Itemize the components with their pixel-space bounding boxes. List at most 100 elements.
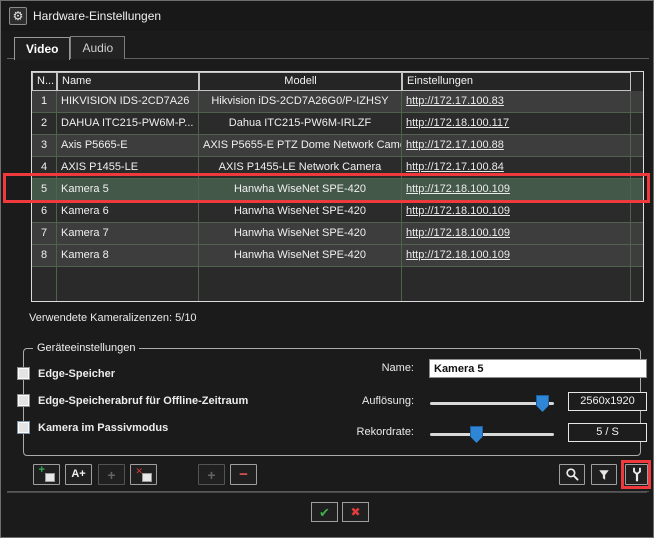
checkbox-label: Edge-Speicher xyxy=(38,368,115,380)
group-title: Geräteeinstellungen xyxy=(33,342,139,354)
row-settings-cell: http://172.18.100.109 xyxy=(402,179,631,200)
name-input[interactable] xyxy=(429,359,647,378)
minus-icon: − xyxy=(239,467,248,482)
table-row-2[interactable]: 2 DAHUA ITC215-PW6M-P... Dahua ITC215-PW… xyxy=(32,113,643,135)
checkbox-edge-speicherabruf[interactable]: Edge-Speicherabruf für Offline-Zeitraum xyxy=(17,394,248,407)
row-extra-cell xyxy=(631,245,643,266)
row-name-cell: Kamera 8 xyxy=(57,245,199,266)
settings-link[interactable]: http://172.17.100.83 xyxy=(406,95,504,107)
settings-link[interactable]: http://172.18.100.117 xyxy=(406,117,509,129)
header-cell-model: Modell xyxy=(199,72,402,91)
footer-separator xyxy=(7,492,647,493)
row-number-cell: 6 xyxy=(32,201,57,222)
check-icon: ✔ xyxy=(319,506,330,519)
checkbox-box[interactable] xyxy=(17,367,30,380)
add-camera-button[interactable]: + xyxy=(33,464,60,485)
hardware-settings-dialog: ⚙ Hardware-Einstellungen Video Audio N..… xyxy=(0,0,654,538)
table-row-5-selected[interactable]: 5 Kamera 5 Hanwha WiseNet SPE-420 http:/… xyxy=(32,179,643,201)
row-extra-cell xyxy=(631,179,643,200)
row-settings-cell: http://172.18.100.117 xyxy=(402,113,631,134)
row-number-cell: 8 xyxy=(32,245,57,266)
cross-icon: ✖ xyxy=(350,506,360,518)
row-number-cell: 2 xyxy=(32,113,57,134)
plus-icon: + xyxy=(107,468,115,482)
checkbox-box[interactable] xyxy=(17,421,30,434)
tab-audio[interactable]: Audio xyxy=(70,36,125,59)
row-extra-cell xyxy=(631,135,643,156)
titlebar: ⚙ Hardware-Einstellungen xyxy=(1,1,653,31)
checkbox-passivmodus[interactable]: Kamera im Passivmodus xyxy=(17,421,168,434)
camera-table: N... Name Modell Einstellungen 1 HIKVISI… xyxy=(31,71,644,302)
row-name-cell: Axis P5665-E xyxy=(57,135,199,156)
resolution-slider[interactable] xyxy=(430,402,554,405)
settings-link[interactable]: http://172.17.100.88 xyxy=(406,139,504,151)
filter-button[interactable] xyxy=(591,464,617,485)
settings-link[interactable]: http://172.18.100.109 xyxy=(406,249,510,261)
row-number-cell: 4 xyxy=(32,157,57,178)
row-name-cell: DAHUA ITC215-PW6M-P... xyxy=(57,113,199,134)
recordrate-slider[interactable] xyxy=(430,433,554,436)
settings-link[interactable]: http://172.18.100.109 xyxy=(406,227,510,239)
settings-link[interactable]: http://172.18.100.109 xyxy=(406,205,510,217)
checkbox-box[interactable] xyxy=(17,394,30,407)
header-cell-name: Name xyxy=(57,72,199,91)
tab-video[interactable]: Video xyxy=(14,37,70,60)
row-extra-cell xyxy=(631,157,643,178)
row-name-cell: AXIS P1455-LE xyxy=(57,157,199,178)
row-number-cell: 1 xyxy=(32,91,57,112)
remove-channel-button[interactable]: − xyxy=(230,464,257,485)
row-settings-cell: http://172.18.100.109 xyxy=(402,223,631,244)
row-number-cell: 7 xyxy=(32,223,57,244)
add-camera-icon: + xyxy=(39,468,55,482)
row-settings-cell: http://172.18.100.109 xyxy=(402,201,631,222)
plus-icon: + xyxy=(207,468,215,482)
row-model-cell: Hanwha WiseNet SPE-420 xyxy=(199,245,402,266)
table-row-6[interactable]: 6 Kamera 6 Hanwha WiseNet SPE-420 http:/… xyxy=(32,201,643,223)
add-button-disabled: + xyxy=(98,464,125,485)
resolution-label: Auflösung: xyxy=(329,395,414,407)
settings-link[interactable]: http://172.17.100.84 xyxy=(406,161,504,173)
add-channel-button-disabled: + xyxy=(198,464,225,485)
auto-add-button[interactable]: A+ xyxy=(65,464,92,485)
table-row-7[interactable]: 7 Kamera 7 Hanwha WiseNet SPE-420 http:/… xyxy=(32,223,643,245)
table-row-8[interactable]: 8 Kamera 8 Hanwha WiseNet SPE-420 http:/… xyxy=(32,245,643,267)
row-name-cell: HIKVISION IDS-2CD7A26 xyxy=(57,91,199,112)
recordrate-label: Rekordrate: xyxy=(329,426,414,438)
name-label: Name: xyxy=(329,362,414,374)
window-title: Hardware-Einstellungen xyxy=(33,9,161,23)
row-name-cell: Kamera 7 xyxy=(57,223,199,244)
search-button[interactable] xyxy=(559,464,585,485)
row-model-cell: Hanwha WiseNet SPE-420 xyxy=(199,223,402,244)
filter-icon xyxy=(597,468,611,482)
header-cell-settings: Einstellungen xyxy=(402,72,631,91)
row-number-cell: 5 xyxy=(32,179,57,200)
ok-button[interactable]: ✔ xyxy=(311,502,338,522)
resolution-value[interactable]: 2560x1920 xyxy=(568,392,647,411)
hardware-config-button[interactable] xyxy=(625,464,648,485)
row-name-cell: Kamera 5 xyxy=(57,179,199,200)
row-model-cell: Hanwha WiseNet SPE-420 xyxy=(199,201,402,222)
table-row-3[interactable]: 3 Axis P5665-E AXIS P5655-E PTZ Dome Net… xyxy=(32,135,643,157)
row-settings-cell: http://172.18.100.109 xyxy=(402,245,631,266)
row-model-cell: Hikvision iDS-2CD7A26G0/P-IZHSY xyxy=(199,91,402,112)
row-settings-cell: http://172.17.100.84 xyxy=(402,157,631,178)
row-extra-cell xyxy=(631,223,643,244)
delete-camera-icon: ✕ xyxy=(136,468,152,482)
table-header: N... Name Modell Einstellungen xyxy=(32,72,643,91)
tab-strip: Video Audio xyxy=(14,36,125,59)
table-row-4[interactable]: 4 AXIS P1455-LE AXIS P1455-LE Network Ca… xyxy=(32,157,643,179)
settings-link[interactable]: http://172.18.100.109 xyxy=(406,183,510,195)
recordrate-value[interactable]: 5 / S xyxy=(568,423,647,442)
row-model-cell: AXIS P5655-E PTZ Dome Network Came... xyxy=(199,135,402,156)
search-icon xyxy=(565,467,580,482)
row-model-cell: AXIS P1455-LE Network Camera xyxy=(199,157,402,178)
table-empty-area xyxy=(32,267,643,301)
delete-camera-button[interactable]: ✕ xyxy=(130,464,157,485)
row-settings-cell: http://172.17.100.83 xyxy=(402,91,631,112)
row-extra-cell xyxy=(631,91,643,112)
table-row-1[interactable]: 1 HIKVISION IDS-2CD7A26 Hikvision iDS-2C… xyxy=(32,91,643,113)
license-count-text: Verwendete Kameralizenzen: 5/10 xyxy=(29,312,197,324)
cancel-button[interactable]: ✖ xyxy=(342,502,369,522)
row-extra-cell xyxy=(631,201,643,222)
checkbox-edge-speicher[interactable]: Edge-Speicher xyxy=(17,367,115,380)
